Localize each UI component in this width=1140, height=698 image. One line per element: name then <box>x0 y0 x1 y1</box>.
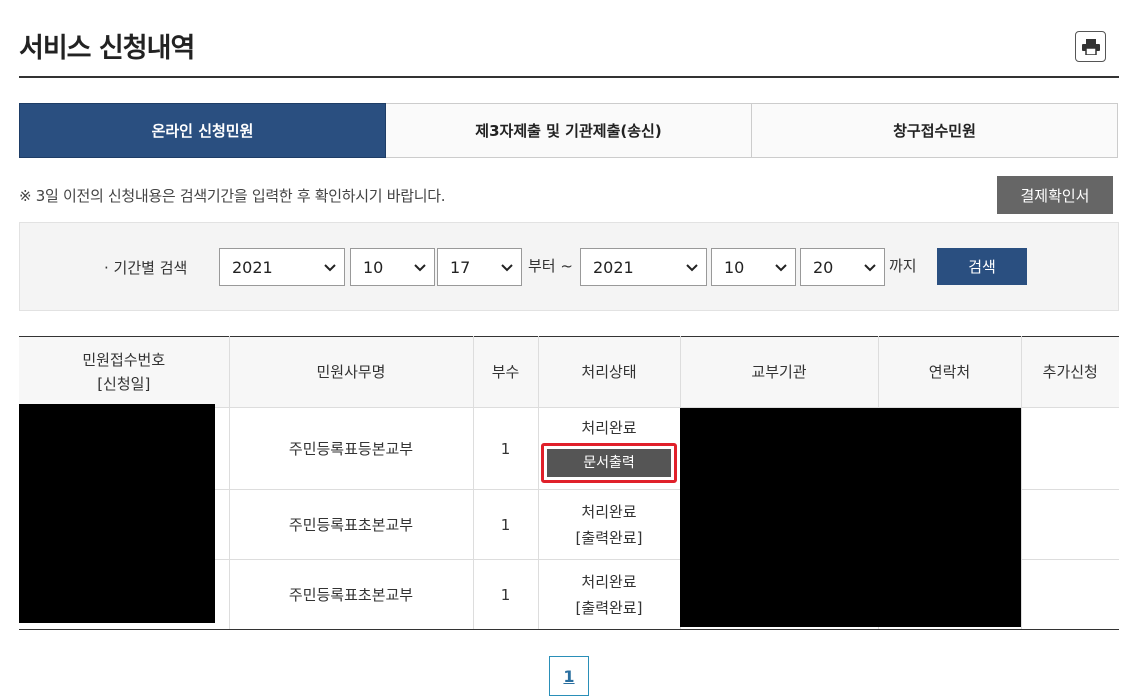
additional-request-cell <box>1020 489 1119 560</box>
print-button[interactable] <box>1075 31 1106 62</box>
copies-cell: 1 <box>472 407 538 490</box>
header-service-name: 민원사무명 <box>228 336 473 408</box>
to-day-select[interactable]: 20 <box>800 248 885 286</box>
service-name-cell: 주민등록표등본교부 <box>228 407 473 490</box>
tab-online-applications[interactable]: 온라인 신청민원 <box>19 103 386 158</box>
status-note: [출력완료] <box>575 598 643 617</box>
from-suffix-text: 부터 ~ <box>528 257 573 275</box>
status-cell: 처리완료 [출력완료] <box>537 489 680 560</box>
to-suffix-text: 까지 <box>889 257 917 275</box>
status-note: [출력완료] <box>575 528 643 547</box>
copies-cell: 1 <box>472 489 538 560</box>
header-copies: 부수 <box>472 336 538 408</box>
header-issuing-agency: 교부기관 <box>679 336 878 408</box>
additional-request-cell <box>1020 559 1119 630</box>
chevron-down-icon <box>414 264 426 272</box>
header-receipt-number: 민원접수번호 [신청일] <box>19 336 229 408</box>
header-status: 처리상태 <box>537 336 680 408</box>
service-name-cell: 주민등록표초본교부 <box>228 489 473 560</box>
print-document-button[interactable]: 문서출력 <box>547 448 671 477</box>
status-text: 처리완료 <box>581 502 637 521</box>
from-year-select[interactable]: 2021 <box>219 248 345 286</box>
header-additional-request: 추가신청 <box>1020 336 1119 408</box>
table-header-row: 민원접수번호 [신청일] 민원사무명 부수 처리상태 교부기관 연락처 추가신청 <box>19 336 1119 408</box>
status-cell: 처리완료 문서출력 <box>537 407 680 490</box>
chevron-down-icon <box>775 264 787 272</box>
search-button[interactable]: 검색 <box>937 248 1027 285</box>
from-month-select[interactable]: 10 <box>350 248 435 286</box>
copies-cell: 1 <box>472 559 538 630</box>
status-cell: 처리완료 [출력완료] <box>537 559 680 630</box>
redacted-receipt-numbers <box>19 404 215 623</box>
chevron-down-icon <box>686 264 698 272</box>
payment-confirmation-button[interactable]: 결제확인서 <box>997 176 1113 214</box>
status-text: 처리완료 <box>581 418 637 437</box>
page-title: 서비스 신청내역 <box>19 33 195 64</box>
pagination-page-1[interactable]: 1 <box>549 656 589 696</box>
service-name-cell: 주민등록표초본교부 <box>228 559 473 630</box>
tab-counter-applications[interactable]: 창구접수민원 <box>752 103 1118 158</box>
chevron-down-icon <box>501 264 513 272</box>
redacted-agency-contact <box>680 408 1021 627</box>
tab-bar: 온라인 신청민원 제3자제출 및 기관제출(송신) 창구접수민원 <box>19 103 1118 158</box>
to-month-select[interactable]: 10 <box>711 248 796 286</box>
printer-icon <box>1081 38 1100 55</box>
period-search-label: · 기간별 검색 <box>104 259 188 277</box>
notice-text: ※ 3일 이전의 신청내용은 검색기간을 입력한 후 확인하시기 바랍니다. <box>19 187 446 205</box>
chevron-down-icon <box>864 264 876 272</box>
title-divider <box>19 76 1119 78</box>
tab-third-party-submission[interactable]: 제3자제출 및 기관제출(송신) <box>386 103 752 158</box>
status-text: 처리완료 <box>581 572 637 591</box>
to-year-select[interactable]: 2021 <box>580 248 707 286</box>
highlight-outline: 문서출력 <box>541 442 677 483</box>
additional-request-cell <box>1020 407 1119 490</box>
period-search-panel: · 기간별 검색 2021 10 17 부터 ~ 2021 10 20 까지 검… <box>19 222 1119 311</box>
chevron-down-icon <box>324 264 336 272</box>
from-day-select[interactable]: 17 <box>437 248 522 286</box>
header-contact: 연락처 <box>877 336 1021 408</box>
